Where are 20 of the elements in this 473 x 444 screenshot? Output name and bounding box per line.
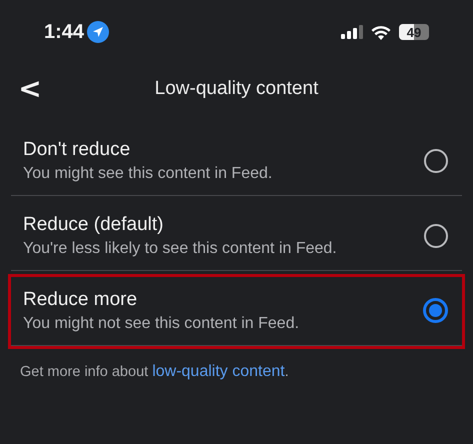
option-row[interactable]: Reduce more You might not see this content in Feed. bbox=[8, 274, 465, 349]
info-link[interactable]: low-quality content bbox=[152, 363, 285, 380]
option-label: Don't reduce bbox=[23, 138, 132, 160]
radio-button[interactable] bbox=[424, 148, 448, 172]
wifi-icon bbox=[371, 24, 391, 40]
battery-indicator: 49 bbox=[399, 24, 429, 40]
option-row[interactable]: Don't reduce You might see this content in Feed. bbox=[8, 124, 465, 199]
option-row[interactable]: Reduce (default) You're less likely to see this content in Feed. bbox=[8, 199, 465, 274]
clock-time: 1:44 bbox=[44, 20, 84, 44]
back-button[interactable]: < bbox=[12, 75, 48, 103]
radio-button[interactable] bbox=[424, 224, 448, 248]
page-title: Low-quality content bbox=[154, 78, 320, 100]
option-description: You might see this content in Feed. bbox=[23, 164, 272, 182]
option-label: Reduce more bbox=[23, 288, 138, 310]
signal-icon bbox=[341, 25, 363, 39]
info-text: Get more info about low-quality content. bbox=[20, 363, 290, 381]
option-description: You're less likely to see this content in Feed. bbox=[23, 240, 337, 258]
option-label: Reduce (default) bbox=[23, 214, 164, 236]
option-description: You might not see this content in Feed. bbox=[23, 314, 300, 332]
radio-button[interactable] bbox=[423, 298, 448, 323]
